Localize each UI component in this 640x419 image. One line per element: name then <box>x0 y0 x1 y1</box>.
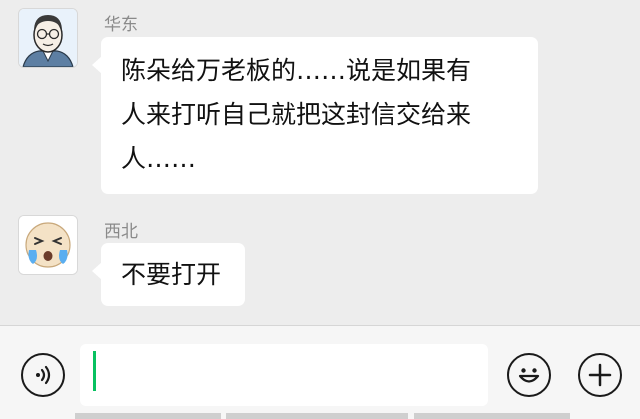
emoji-button[interactable] <box>507 353 551 397</box>
message-line: 陈朵给万老板的……说是如果有 <box>121 56 472 85</box>
keyboard-key-edge <box>226 413 408 419</box>
message-line: 人来打听自己就把这封信交给来 <box>121 100 472 129</box>
sender-name: 西北 <box>104 222 138 242</box>
sender-name: 华东 <box>104 15 138 35</box>
message-input[interactable] <box>80 344 488 406</box>
chat-message-list[interactable]: 华东 陈朵给万老板的……说是如果有 人来打听自己就把这封信交给来 人…… 西北 … <box>0 0 640 325</box>
message-bubble[interactable]: 不要打开 <box>92 243 245 306</box>
avatar-xibei[interactable] <box>18 215 78 275</box>
cartoon-man-with-glasses-icon <box>19 9 77 67</box>
avatar-huadong[interactable] <box>18 8 78 68</box>
plus-icon <box>588 363 612 387</box>
emoji-icon <box>518 368 540 383</box>
crying-laughing-face-icon <box>19 216 77 274</box>
more-button[interactable] <box>578 353 622 397</box>
chat-input-bar <box>0 325 640 419</box>
message-bubble[interactable]: 陈朵给万老板的……说是如果有 人来打听自己就把这封信交给来 人…… <box>92 37 538 194</box>
text-cursor <box>93 351 96 391</box>
message-line: 人…… <box>121 144 197 173</box>
voice-icon <box>36 365 51 385</box>
keyboard-key-edge <box>414 413 570 419</box>
voice-button[interactable] <box>21 353 65 397</box>
keyboard-key-edge <box>75 413 221 419</box>
message-line: 不要打开 <box>121 260 222 289</box>
